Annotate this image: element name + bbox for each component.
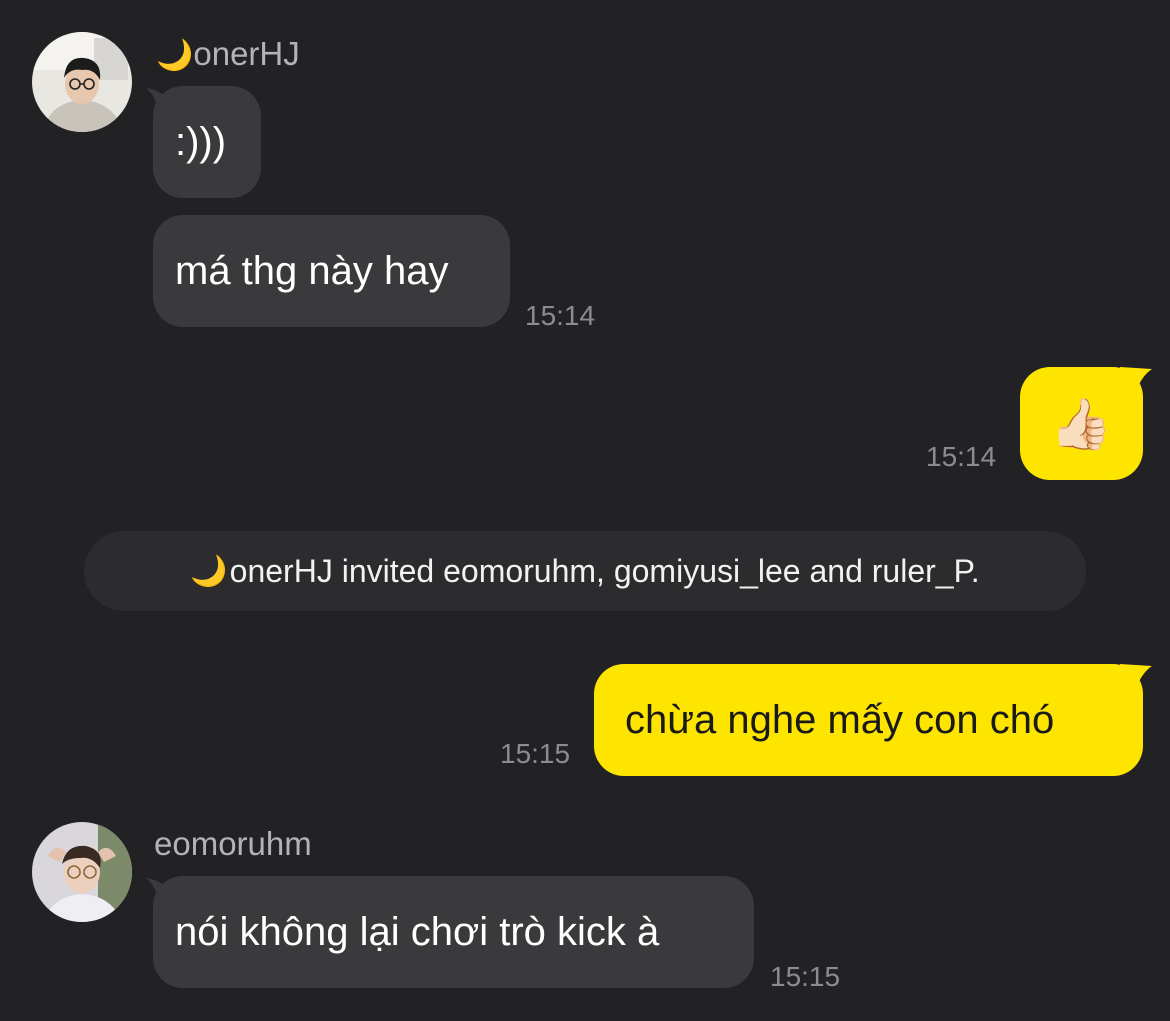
moon-icon: 🌙 (156, 39, 194, 72)
message-text: chừa nghe mấy con chó (625, 698, 1055, 742)
message-timestamp: 15:15 (500, 738, 571, 769)
message-bubble[interactable]: nói không lại chơi trò kick à (153, 876, 754, 988)
message-text: má thg này hay (175, 249, 449, 293)
message-text: nói không lại chơi trò kick à (175, 910, 660, 954)
message-timestamp: 15:14 (926, 441, 997, 472)
sender-name-eomoruhm[interactable]: eomoruhm (154, 824, 312, 864)
sender-name-text: onerHJ (193, 35, 300, 72)
system-notice-text: onerHJ invited eomoruhm, gomiyusi_lee an… (229, 552, 980, 589)
system-notice: 🌙 onerHJ invited eomoruhm, gomiyusi_lee a… (84, 531, 1086, 611)
message-text: :))) (175, 120, 227, 164)
bubble-tail-icon (1120, 664, 1152, 694)
avatar-onerhj[interactable] (32, 32, 132, 132)
message-bubble[interactable]: chừa nghe mấy con chó (594, 664, 1143, 776)
sender-name-text: eomoruhm (154, 825, 312, 862)
message-timestamp: 15:14 (525, 300, 596, 331)
bubble-tail-icon (1120, 367, 1152, 397)
thumbs-up-icon: 👍🏻 (1050, 395, 1113, 452)
moon-icon: 🌙 (190, 554, 228, 588)
message-bubble[interactable]: :))) (153, 86, 261, 198)
message-timestamp: 15:15 (770, 961, 841, 992)
sender-name-onerhj[interactable]: 🌙onerHJ (156, 34, 300, 76)
message-bubble[interactable]: má thg này hay (153, 215, 510, 327)
avatar-eomoruhm[interactable] (32, 822, 132, 922)
chat-room: 🌙onerHJ :))) má thg này hay 15:14 15:14 … (0, 0, 1170, 1021)
